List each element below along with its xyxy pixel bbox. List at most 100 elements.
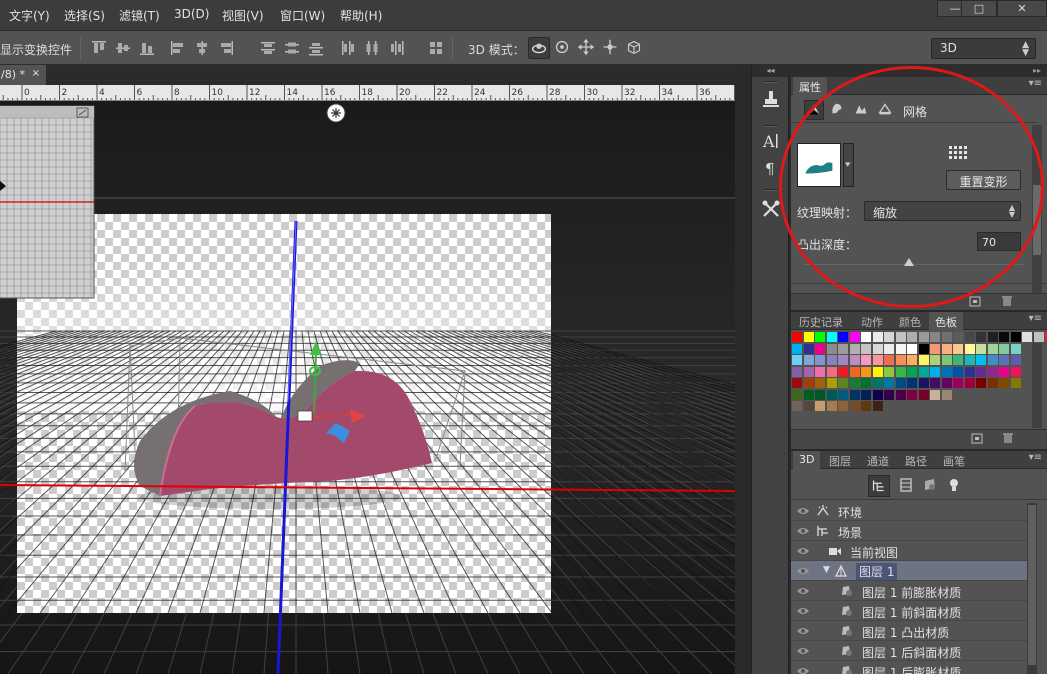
color-swatch[interactable]: [907, 366, 918, 378]
tab-layers[interactable]: 图层: [823, 451, 857, 469]
distribute-top-icon[interactable]: [260, 40, 276, 56]
color-swatch[interactable]: [792, 355, 803, 366]
visibility-eye-icon[interactable]: [796, 585, 810, 597]
document-tab[interactable]: /8) * ×: [0, 65, 46, 85]
3d-viewport[interactable]: [0, 101, 735, 674]
color-swatch[interactable]: [792, 378, 803, 389]
extrusion-depth-slider[interactable]: [803, 258, 1023, 266]
scroll-thumb[interactable]: [1028, 505, 1036, 665]
color-swatch[interactable]: [987, 366, 999, 378]
filter-material-icon[interactable]: [921, 476, 939, 494]
color-swatch[interactable]: [838, 355, 849, 366]
menu-3d[interactable]: 3D(D): [174, 7, 209, 21]
color-swatch[interactable]: [895, 355, 907, 366]
color-swatch[interactable]: [987, 332, 999, 343]
color-swatch[interactable]: [918, 332, 930, 343]
tab-3d[interactable]: 3D: [793, 451, 821, 469]
visibility-eye-icon[interactable]: [796, 565, 810, 577]
collapse-strip-icon[interactable]: ◂◂: [752, 65, 789, 77]
visibility-eye-icon[interactable]: [796, 525, 810, 537]
canvas-area[interactable]: [0, 101, 735, 674]
deform-icon[interactable]: [828, 100, 848, 120]
color-swatch[interactable]: [1010, 355, 1022, 366]
color-swatch[interactable]: [849, 366, 861, 378]
slide-3d-icon[interactable]: [600, 37, 622, 59]
color-swatch[interactable]: [895, 389, 907, 401]
color-swatch[interactable]: [803, 366, 815, 378]
color-swatch[interactable]: [884, 366, 895, 378]
layer-row[interactable]: 图层 1 后斜面材质: [791, 641, 1027, 661]
menu-window[interactable]: 窗口(W): [280, 7, 325, 24]
color-swatch[interactable]: [872, 389, 884, 401]
color-swatch[interactable]: [826, 355, 838, 366]
filter-scene-icon[interactable]: [868, 475, 890, 497]
rotate-3d-icon[interactable]: [528, 37, 550, 59]
tab-channels[interactable]: 通道: [861, 451, 895, 469]
layer-row[interactable]: 图层 1 前膨胀材质: [791, 581, 1027, 601]
tab-swatches[interactable]: 色板: [929, 312, 963, 330]
color-swatch[interactable]: [849, 378, 861, 389]
color-swatch[interactable]: [861, 378, 872, 389]
tool-presets-icon[interactable]: [760, 198, 782, 220]
new-preset-icon[interactable]: [968, 295, 982, 307]
tab-actions[interactable]: 动作: [855, 312, 889, 330]
layer-row[interactable]: 当前视图: [791, 541, 1027, 561]
align-vertical-centers-icon[interactable]: [115, 40, 131, 56]
color-swatch[interactable]: [861, 366, 872, 378]
visibility-eye-icon[interactable]: [796, 505, 810, 517]
color-swatch[interactable]: [861, 355, 872, 366]
panel-dock-topbar[interactable]: ▸▸: [790, 65, 1047, 77]
tab-paths[interactable]: 路径: [899, 451, 933, 469]
color-swatch[interactable]: [815, 389, 826, 401]
color-swatch[interactable]: [999, 378, 1010, 389]
tab-history[interactable]: 历史记录: [793, 312, 849, 330]
color-swatch[interactable]: [861, 332, 872, 343]
menu-type[interactable]: 文字(Y): [9, 7, 50, 24]
color-swatch[interactable]: [826, 332, 838, 343]
color-swatch[interactable]: [803, 389, 815, 401]
color-swatch[interactable]: [930, 389, 941, 401]
close-tab-icon[interactable]: ×: [32, 68, 40, 79]
color-swatch[interactable]: [930, 343, 941, 355]
trash-icon[interactable]: [1001, 432, 1015, 444]
close-window-button[interactable]: ✕: [997, 0, 1047, 17]
color-swatch[interactable]: [815, 332, 826, 343]
layer-row[interactable]: ▼ 图层 1: [791, 561, 1027, 581]
color-swatch[interactable]: [930, 378, 941, 389]
color-swatch[interactable]: [999, 332, 1010, 343]
tab-brushes[interactable]: 画笔: [937, 451, 971, 469]
color-swatch[interactable]: [884, 355, 895, 366]
color-swatch[interactable]: [999, 343, 1010, 355]
character-icon[interactable]: A: [760, 130, 782, 152]
color-swatch[interactable]: [964, 343, 976, 355]
color-swatch[interactable]: [872, 366, 884, 378]
horizontal-ruler[interactable]: 0 2 4 6 8 10 12 14 16 18 20 22 24 26 28 30 32 34 36: [0, 85, 735, 101]
color-swatch[interactable]: [792, 389, 803, 401]
color-swatch[interactable]: [930, 355, 941, 366]
color-swatch[interactable]: [953, 366, 964, 378]
color-swatch[interactable]: [930, 332, 941, 343]
color-swatch[interactable]: [803, 355, 815, 366]
color-swatch[interactable]: [872, 332, 884, 343]
color-swatch[interactable]: [918, 378, 930, 389]
menu-help[interactable]: 帮助(H): [340, 7, 382, 24]
swatches-scrollbar[interactable]: [1032, 332, 1042, 428]
menu-select[interactable]: 选择(S): [64, 7, 105, 24]
layer-row[interactable]: 图层 1 前斜面材质: [791, 601, 1027, 621]
color-swatch[interactable]: [872, 343, 884, 355]
clone-source-icon[interactable]: [760, 87, 782, 109]
color-swatch[interactable]: [838, 343, 849, 355]
color-swatch[interactable]: [826, 401, 838, 412]
color-swatch[interactable]: [941, 332, 953, 343]
color-swatch[interactable]: [803, 401, 815, 412]
coordinates-icon[interactable]: [876, 100, 896, 120]
color-swatch[interactable]: [815, 401, 826, 412]
align-bottom-edges-icon[interactable]: [139, 40, 155, 56]
distribute-left-icon[interactable]: [340, 40, 356, 56]
color-swatch[interactable]: [987, 378, 999, 389]
color-swatch[interactable]: [849, 355, 861, 366]
color-swatch[interactable]: [918, 389, 930, 401]
color-swatch[interactable]: [895, 378, 907, 389]
panel-menu-icon[interactable]: ▾≡: [1029, 452, 1042, 463]
color-swatch[interactable]: [953, 332, 964, 343]
